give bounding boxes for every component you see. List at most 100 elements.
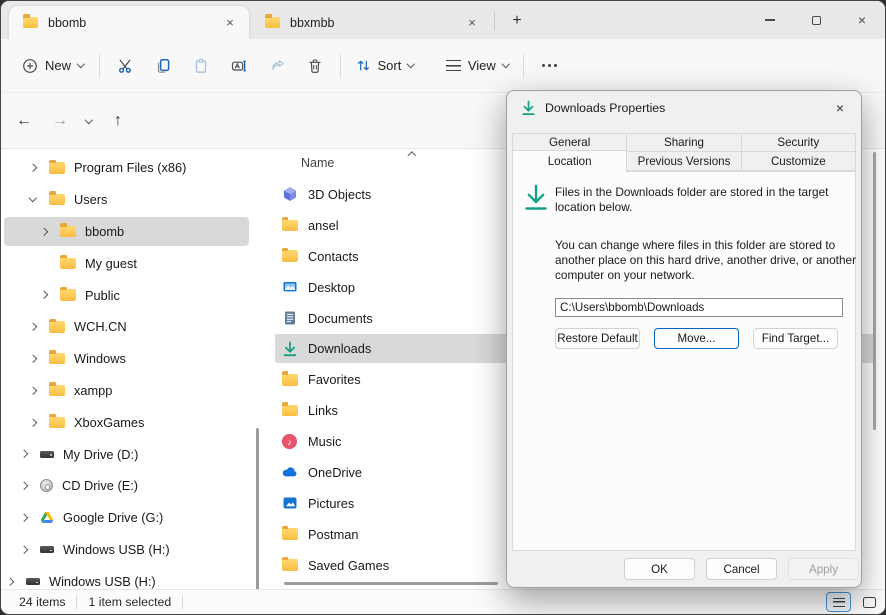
paste-button[interactable]: [182, 49, 220, 83]
find-target-button[interactable]: Find Target...: [753, 328, 838, 349]
expand-chevron[interactable]: [26, 320, 40, 334]
folder-icon: [49, 417, 65, 429]
apply-button[interactable]: Apply: [788, 558, 859, 580]
expand-chevron[interactable]: [26, 383, 40, 397]
share-button[interactable]: [258, 49, 296, 83]
new-button[interactable]: New: [13, 49, 93, 83]
tab-bbomb[interactable]: bbomb ×: [9, 6, 249, 39]
up-button[interactable]: ↑: [103, 106, 133, 136]
sidebar-item-my-guest[interactable]: My guest: [1, 247, 269, 279]
status-bar: 24 items 1 item selected: [1, 589, 885, 614]
pictures-icon: [281, 495, 298, 512]
sidebar-item-xampp[interactable]: xampp: [1, 375, 269, 407]
back-button[interactable]: ←: [9, 106, 39, 136]
sidebar-item-google-drive-g[interactable]: Google Drive (G:): [1, 502, 269, 534]
music-icon: ♪: [281, 433, 298, 450]
copy-icon: [155, 58, 171, 74]
file-item-label: Pictures: [308, 496, 354, 511]
column-header-name[interactable]: Name: [301, 156, 334, 170]
tab-bbxmbb[interactable]: bbxmbb ×: [251, 6, 491, 39]
sidebar-item-windows[interactable]: Windows: [1, 343, 269, 375]
ok-button[interactable]: OK: [624, 558, 695, 580]
more-options-button[interactable]: [530, 49, 568, 83]
file-item-label: Documents: [308, 311, 373, 326]
document-icon: [281, 310, 298, 327]
expand-chevron[interactable]: [17, 542, 31, 556]
tab-customize[interactable]: Customize: [741, 151, 856, 171]
view-label: View: [468, 58, 496, 73]
sidebar-item-cd-drive-e[interactable]: CD Drive (E:): [1, 470, 269, 502]
selection-count-label: 1 item selected: [88, 595, 171, 609]
expand-chevron[interactable]: [3, 574, 17, 588]
restore-default-button[interactable]: Restore Default: [555, 328, 640, 349]
expand-chevron[interactable]: [17, 511, 31, 525]
thumbnail-view-toggle[interactable]: [859, 592, 879, 612]
sidebar-item-xboxgames[interactable]: XboxGames: [1, 406, 269, 438]
copy-button[interactable]: [144, 49, 182, 83]
recent-locations-button[interactable]: [77, 106, 101, 136]
minimize-button[interactable]: [747, 1, 793, 39]
tab-previous-versions[interactable]: Previous Versions: [626, 151, 741, 171]
sidebar-item-public[interactable]: Public: [1, 279, 269, 311]
status-divider: [76, 595, 77, 609]
tab-close-icon[interactable]: ×: [219, 12, 241, 34]
sidebar-item-label: My Drive (D:): [63, 447, 138, 462]
sidebar-item-label: Windows USB (H:): [63, 542, 170, 557]
scissors-icon: [117, 58, 133, 74]
tab-close-icon[interactable]: ×: [461, 12, 483, 34]
sort-arrows-icon: [356, 58, 371, 73]
expand-chevron[interactable]: [17, 479, 31, 493]
chevron-down-icon: [85, 116, 93, 124]
tab-security[interactable]: Security: [741, 133, 856, 152]
expand-chevron[interactable]: [26, 161, 40, 175]
cancel-button[interactable]: Cancel: [706, 558, 777, 580]
cd-drive-icon: [40, 479, 53, 492]
toolbar-divider: [523, 54, 524, 78]
sidebar-item-windows-usb-h[interactable]: Windows USB (H:): [1, 534, 269, 566]
filelist-scrollbar-horizontal[interactable]: [284, 582, 498, 585]
path-input[interactable]: [555, 298, 843, 317]
expand-chevron[interactable]: [26, 415, 40, 429]
tab-sharing[interactable]: Sharing: [626, 133, 741, 152]
google-drive-icon: [40, 511, 54, 524]
rename-button[interactable]: [220, 49, 258, 83]
location-intro-text: Files in the Downloads folder are stored…: [555, 185, 847, 215]
move-button[interactable]: Move...: [654, 328, 739, 349]
tab-location[interactable]: Location: [512, 150, 627, 173]
delete-button[interactable]: [296, 49, 334, 83]
cut-button[interactable]: [106, 49, 144, 83]
onedrive-cloud-icon: [281, 464, 298, 481]
file-item-label: Downloads: [308, 341, 371, 356]
folder-icon: [23, 17, 38, 28]
window-controls: ×: [747, 1, 885, 39]
expand-chevron[interactable]: [37, 288, 51, 302]
sidebar-item-program-files-x86[interactable]: Program Files (x86): [1, 152, 269, 184]
sort-label: Sort: [378, 58, 402, 73]
sidebar-item-my-drive-d[interactable]: My Drive (D:): [1, 438, 269, 470]
forward-button[interactable]: →: [45, 106, 75, 136]
collapse-chevron[interactable]: [26, 193, 40, 207]
dialog-tabs: General Sharing Security Location Previo…: [512, 133, 856, 173]
new-tab-button[interactable]: +: [503, 9, 531, 33]
sidebar-scrollbar[interactable]: [256, 428, 259, 589]
sidebar-item-label: Windows USB (H:): [49, 574, 156, 589]
clipboard-icon: [193, 58, 209, 74]
expand-chevron[interactable]: [26, 352, 40, 366]
sidebar-item-wch-cn[interactable]: WCH.CN: [1, 311, 269, 343]
filelist-scrollbar-vertical[interactable]: [873, 152, 876, 430]
expand-chevron[interactable]: [17, 447, 31, 461]
sidebar-item-users[interactable]: Users: [1, 184, 269, 216]
close-button[interactable]: ×: [839, 1, 885, 39]
folder-icon: [49, 385, 65, 397]
sort-button[interactable]: Sort: [347, 49, 423, 83]
folder-icon: [60, 289, 76, 301]
location-description-text: You can change where files in this folde…: [555, 238, 861, 283]
maximize-button[interactable]: [793, 1, 839, 39]
dialog-close-button[interactable]: ×: [825, 95, 855, 121]
details-view-toggle[interactable]: [826, 592, 851, 612]
sidebar-item-windows-usb-h-2[interactable]: Windows USB (H:): [1, 565, 269, 589]
sidebar-item-bbomb[interactable]: bbomb: [1, 216, 269, 248]
view-button[interactable]: View: [437, 49, 517, 83]
ellipsis-icon: [548, 64, 551, 67]
expand-chevron[interactable]: [37, 224, 51, 238]
